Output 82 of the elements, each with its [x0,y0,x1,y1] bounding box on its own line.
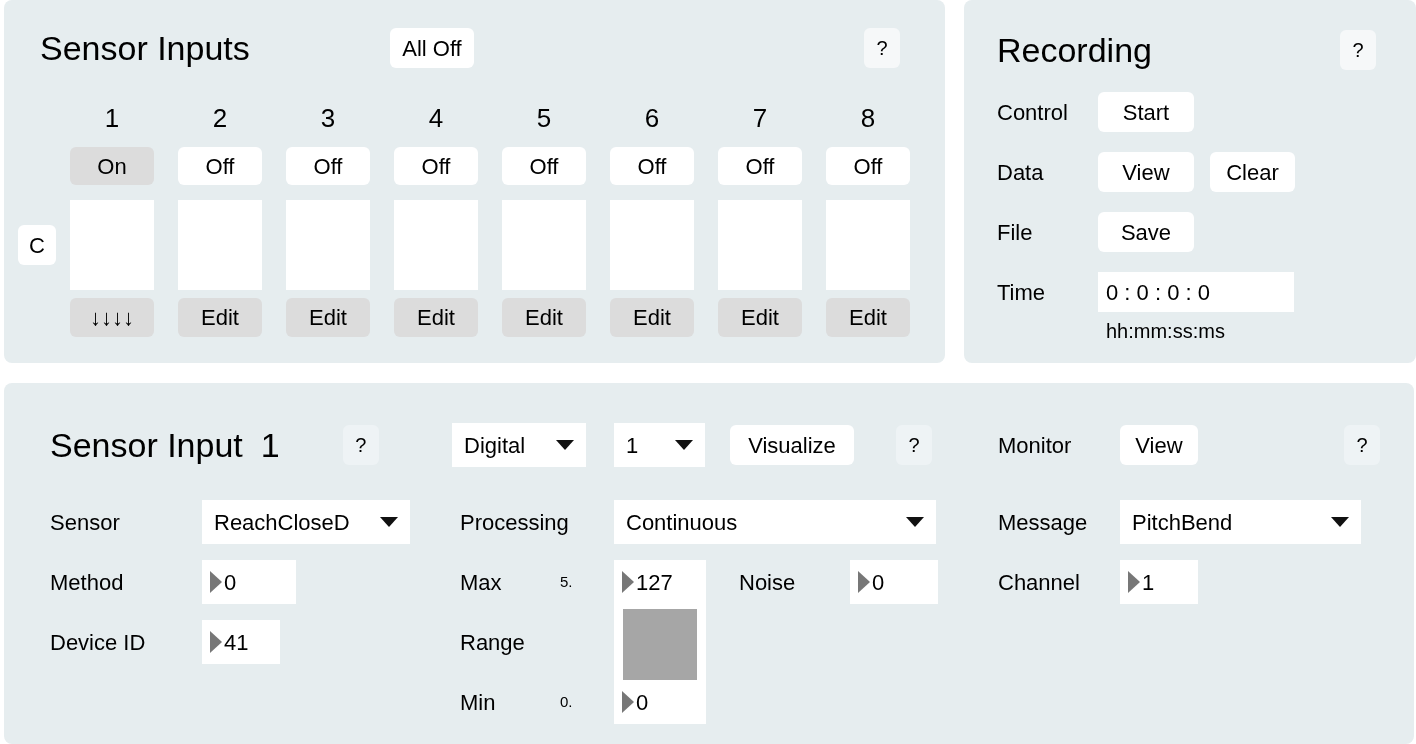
triangle-icon [622,691,634,713]
edit-button[interactable]: Edit [178,298,262,337]
button[interactable]: Start [1098,92,1194,132]
dropdown-caret-icon [1331,517,1349,527]
field-label: Min [460,688,497,717]
dropdown[interactable]: ReachCloseD [202,500,410,544]
number-field[interactable]: 41 [202,620,280,664]
button[interactable]: View [1098,152,1194,192]
field-label: Max [460,568,503,597]
number-field[interactable]: 0 [202,560,296,604]
button[interactable]: Clear [1210,152,1295,192]
channel-number: 6 [644,102,660,135]
field-label: Message [998,508,1089,537]
dropdown[interactable]: Digital [452,423,586,467]
help-button[interactable]: ? [1340,30,1376,70]
field-label: Data [997,158,1044,187]
hint-value: 5. [560,573,573,590]
panel-number: 1 [260,424,281,466]
power-toggle[interactable]: Off [286,147,370,185]
triangle-icon [622,571,634,593]
dropdown-caret-icon [556,440,574,450]
number-field[interactable]: 0 [614,680,706,724]
power-toggle[interactable]: Off [394,147,478,185]
number-field[interactable]: 1 [1120,560,1198,604]
field-label: Control [997,98,1068,127]
edit-button[interactable]: Edit [826,298,910,337]
dropdown[interactable]: 1 [614,423,705,467]
channel-number: 5 [536,102,552,135]
help-button[interactable]: ? [896,425,932,465]
power-toggle[interactable]: Off [502,147,586,185]
panel-title: Sensor Input [50,424,243,466]
field-label: Monitor [998,431,1073,460]
edit-button[interactable]: Edit [286,298,370,337]
channel-number: 2 [212,102,228,135]
channel-number: 7 [752,102,768,135]
dropdown[interactable]: PitchBend [1120,500,1361,544]
field-label: Processing [460,508,570,537]
button[interactable]: View [1120,425,1198,465]
triangle-icon [210,631,222,653]
help-button[interactable]: ? [864,28,900,68]
triangle-icon [210,571,222,593]
c-button[interactable]: C [18,225,56,265]
field-label: Method [50,568,125,597]
dropdown-caret-icon [675,440,693,450]
power-toggle[interactable]: Off [178,147,262,185]
field-label: Device ID [50,628,147,657]
field-label: Channel [998,568,1081,597]
panel-title: Sensor Inputs [40,27,251,69]
field-label: Noise [739,568,797,597]
channel-number: 1 [104,102,120,135]
dropdown-caret-icon [906,517,924,527]
triangle-icon [1128,571,1140,593]
hint-value: 0. [560,693,573,710]
power-toggle[interactable]: Off [718,147,802,185]
time-format: hh:mm:ss:ms [1105,319,1226,344]
edit-button[interactable]: Edit [718,298,802,337]
button[interactable]: Save [1098,212,1194,252]
triangle-icon [858,571,870,593]
edit-button[interactable]: Edit [394,298,478,337]
field-label: Sensor [50,508,121,537]
edit-button[interactable]: ↓↓↓↓ [70,298,154,337]
all-off-button[interactable]: All Off [390,28,474,68]
edit-button[interactable]: Edit [502,298,586,337]
channel-number: 4 [428,102,444,135]
time-field: 0 : 0 : 0 : 0 [1098,272,1294,312]
field-label: Time [997,278,1046,307]
field-label: File [997,218,1033,247]
power-toggle[interactable]: On [70,147,154,185]
edit-button[interactable]: Edit [610,298,694,337]
field-label: Range [460,628,526,657]
power-toggle[interactable]: Off [826,147,910,185]
dropdown[interactable]: Continuous [614,500,936,544]
help-button[interactable]: ? [1344,425,1380,465]
dropdown-caret-icon [380,517,398,527]
power-toggle[interactable]: Off [610,147,694,185]
visualize-button[interactable]: Visualize [730,425,854,465]
number-field[interactable]: 127 [614,560,706,604]
channel-number: 8 [860,102,876,135]
panel-title: Recording [997,29,1153,71]
number-field[interactable]: 0 [850,560,938,604]
channel-number: 3 [320,102,336,135]
help-button[interactable]: ? [342,425,379,465]
